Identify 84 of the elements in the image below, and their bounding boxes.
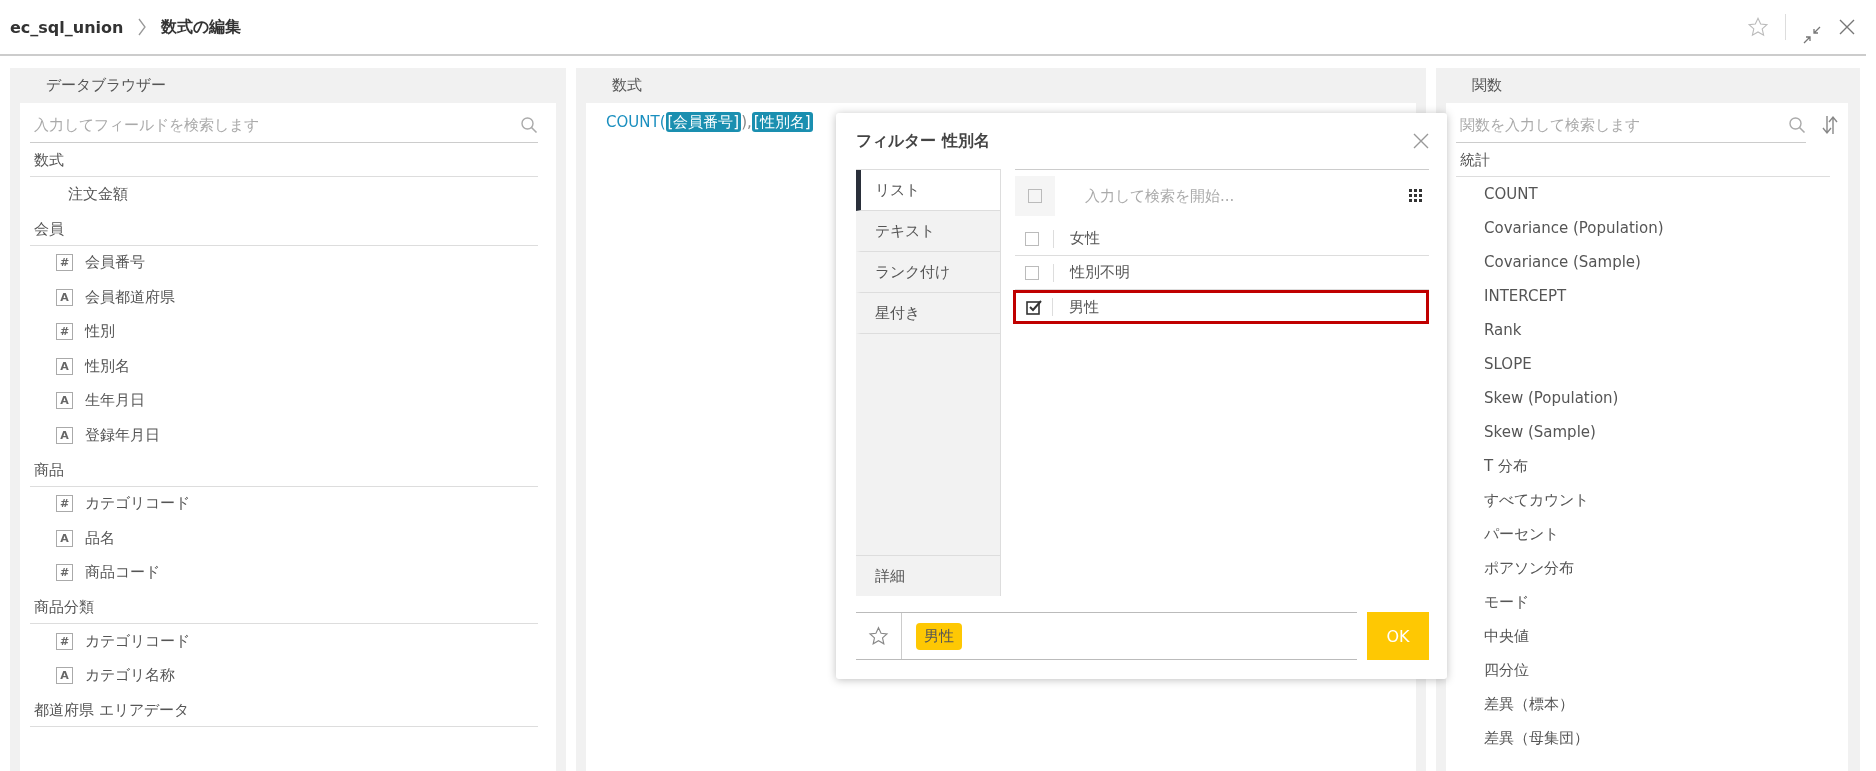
type-icon: # — [56, 323, 73, 341]
panel-header: 関数 — [1471, 75, 1503, 96]
field-item[interactable]: 性別名 — [85, 356, 130, 376]
type-icon: A — [56, 667, 73, 685]
type-icon: A — [56, 357, 73, 375]
close-icon[interactable] — [1413, 133, 1429, 149]
field-token: [会員番号] — [665, 112, 742, 132]
function-item[interactable]: COUNT — [1456, 177, 1838, 211]
group-header[interactable]: 都道府県 エリアデータ — [30, 693, 538, 727]
function-item[interactable]: Rank — [1456, 313, 1838, 347]
function-item[interactable]: ポアソン分布 — [1456, 551, 1838, 585]
field-item[interactable]: カテゴリ名称 — [85, 666, 175, 686]
function-item[interactable]: 中央値 — [1456, 619, 1838, 653]
formula-text: ), — [741, 113, 752, 131]
function-item[interactable]: INTERCEPT — [1456, 279, 1838, 313]
field-item[interactable]: カテゴリコード — [85, 631, 190, 651]
function-item[interactable]: 差異（標本） — [1456, 687, 1838, 721]
panel-header: 数式 — [611, 75, 643, 96]
selection-field[interactable]: 男性 — [856, 612, 1357, 660]
filter-tab[interactable]: 詳細 — [856, 556, 1000, 596]
type-icon: A — [56, 392, 73, 410]
function-item[interactable]: 差異（母集団） — [1456, 721, 1838, 755]
search-icon — [1788, 115, 1806, 134]
value-chip[interactable]: 男性 — [916, 622, 962, 650]
type-icon: A — [56, 288, 73, 306]
filter-tab[interactable]: テキスト — [856, 211, 1000, 252]
search-icon — [520, 115, 538, 134]
value-row[interactable]: 性別不明 — [1015, 256, 1429, 290]
value-label: 性別不明 — [1070, 263, 1130, 282]
close-icon[interactable] — [1838, 18, 1856, 36]
value-row[interactable]: 女性 — [1015, 222, 1429, 256]
group-header[interactable]: 会員 — [30, 211, 538, 246]
value-label: 女性 — [1070, 229, 1100, 248]
group-header[interactable]: 商品分類 — [30, 590, 538, 624]
function-item[interactable]: SLOPE — [1456, 347, 1838, 381]
sort-icon[interactable] — [1822, 114, 1838, 136]
search-field[interactable]: 関数を入力して検索します — [1456, 115, 1788, 134]
function-item[interactable]: Covariance (Population) — [1456, 211, 1838, 245]
value-label: 男性 — [1069, 297, 1099, 317]
function-item[interactable]: モード — [1456, 585, 1838, 619]
field-item[interactable]: 生年月日 — [85, 391, 145, 411]
type-icon: A — [56, 426, 73, 444]
panel-header: データブラウザー — [45, 75, 167, 96]
checkbox[interactable] — [1025, 231, 1039, 246]
filter-tab[interactable]: ランク付け — [856, 252, 1000, 293]
field-item[interactable]: 注文金額 — [68, 184, 128, 204]
type-icon: # — [56, 632, 73, 650]
field-item[interactable]: 会員都道府県 — [85, 287, 175, 307]
filter-tab[interactable]: リスト — [856, 170, 1000, 211]
group-header[interactable]: 数式 — [30, 143, 538, 177]
field-item[interactable]: 会員番号 — [85, 253, 145, 273]
field-item[interactable]: カテゴリコード — [85, 494, 190, 514]
function-item[interactable]: Skew (Sample) — [1456, 415, 1838, 449]
checkbox[interactable] — [1026, 299, 1042, 315]
function-item[interactable]: Covariance (Sample) — [1456, 245, 1838, 279]
function-item[interactable]: パーセント — [1456, 517, 1838, 551]
type-icon: # — [56, 564, 73, 582]
field-item[interactable]: 商品コード — [85, 563, 160, 583]
type-icon: A — [56, 529, 73, 547]
dialog-title: フィルター 性別名 — [856, 130, 990, 152]
collapse-icon[interactable] — [1802, 25, 1822, 45]
filter-tab[interactable]: 星付き — [856, 293, 1000, 334]
star-icon[interactable] — [1747, 16, 1769, 38]
function-item[interactable]: Skew (Population) — [1456, 381, 1838, 415]
search-field[interactable]: 入力してフィールドを検索します — [30, 115, 520, 134]
highlight-frame[interactable]: 男性 — [1013, 290, 1429, 324]
function-item[interactable]: すべてカウント — [1456, 483, 1838, 517]
function-item[interactable]: 四分位 — [1456, 653, 1838, 687]
type-icon: # — [56, 254, 73, 272]
chevron-icon — [137, 18, 148, 36]
group-header[interactable]: 統計 — [1456, 143, 1830, 177]
group-header[interactable]: 商品 — [30, 452, 538, 487]
field-item[interactable]: 登録年月日 — [85, 425, 160, 445]
select-all-checkbox[interactable] — [1028, 189, 1042, 203]
field-token: [性別名] — [751, 112, 813, 132]
page-title: 数式の編集 — [161, 16, 242, 38]
breadcrumb-link[interactable]: ec_sql_union — [10, 17, 124, 37]
field-item[interactable]: 品名 — [85, 528, 115, 548]
checkbox[interactable] — [1025, 265, 1039, 280]
type-icon: # — [56, 495, 73, 513]
field-item[interactable]: 性別 — [85, 322, 115, 342]
function-token: COUNT( — [606, 113, 666, 131]
function-item[interactable]: T 分布 — [1456, 449, 1838, 483]
grid-icon[interactable] — [1409, 189, 1423, 203]
